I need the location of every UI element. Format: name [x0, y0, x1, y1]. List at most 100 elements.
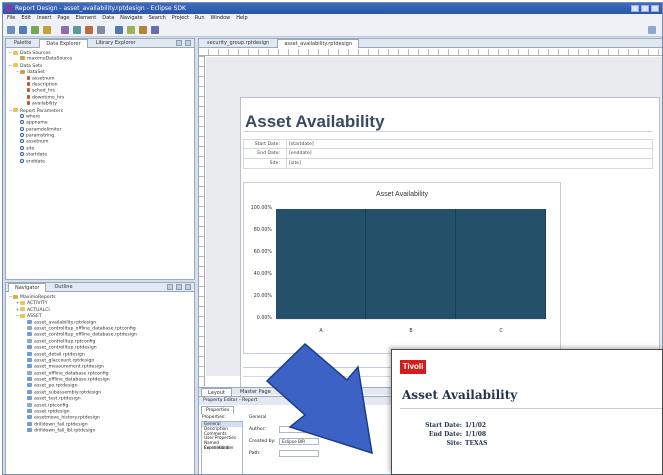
report-icon	[27, 383, 32, 388]
forward-icon[interactable]	[115, 26, 123, 34]
tab-security-group-rptdesign[interactable]: security_group.rptdesign	[201, 39, 275, 48]
print-icon[interactable]	[31, 26, 39, 34]
refresh-icon[interactable]	[127, 26, 135, 34]
gridline	[276, 319, 546, 320]
menu-file[interactable]: File	[7, 14, 15, 23]
preview-parameter-label: End Date:	[428, 431, 462, 438]
general-header: General	[249, 415, 267, 420]
open-type-icon[interactable]	[139, 26, 147, 34]
tree-item[interactable]: drilldown_fail_lbl.rptdesign	[8, 428, 192, 434]
report-icon	[27, 415, 32, 420]
search-icon[interactable]	[85, 26, 93, 34]
tree-item-label: asset_controlltup.rptdesign	[34, 345, 97, 351]
tivoli-logo: Tivoli	[400, 360, 426, 374]
tree-item[interactable]: enddate	[8, 158, 192, 165]
availability-chart[interactable]: Asset Availability 100.00% 80.00% 60.00% 40…	[243, 182, 561, 354]
menu-insert[interactable]: Insert	[37, 14, 51, 23]
table-cell[interactable]: [asset]	[279, 370, 295, 375]
report-icon	[27, 396, 32, 401]
minimize-panel-icon[interactable]	[185, 284, 191, 290]
property-field-input[interactable]	[279, 450, 319, 457]
menu-page[interactable]: Page	[57, 14, 69, 23]
property-category-item[interactable]: Event Handler	[202, 445, 242, 451]
menu-element[interactable]: Element	[76, 14, 97, 23]
tree-item-label: paramstring	[26, 133, 55, 139]
y-tick-label: 0.00%	[256, 316, 272, 321]
tree-item-label: startdate	[26, 152, 48, 158]
maximize-icon[interactable]	[641, 5, 649, 12]
folder-icon	[20, 307, 25, 312]
link-editor-icon[interactable]	[176, 284, 182, 290]
debug-icon[interactable]	[43, 26, 51, 34]
tree-item-label: enddate	[26, 159, 46, 165]
navigator-tree: − MaximoReports + ACTIVITY + ACTUALCI − ASSET as…	[8, 294, 192, 472]
parameter-row[interactable]: End Date: [enddate]	[243, 149, 653, 159]
preview-report-title: Asset Availability	[402, 388, 518, 402]
tree-item-label: asset_controlltup_offline_database.rptco…	[34, 326, 136, 332]
tree-item-label: availability	[32, 101, 57, 107]
minimize-icon[interactable]	[631, 5, 639, 12]
y-tick-label: 100.00%	[250, 206, 272, 211]
save-icon[interactable]	[19, 26, 27, 34]
y-tick-label: 20.00%	[253, 294, 272, 299]
menu-edit[interactable]: Edit	[21, 14, 31, 23]
menu-project[interactable]: Project	[172, 14, 189, 23]
tab-palette[interactable]: Palette	[8, 39, 37, 48]
col-icon	[27, 81, 30, 86]
parameter-row[interactable]: Site: [site]	[243, 159, 653, 169]
report-icon	[27, 428, 32, 433]
parameter-grid[interactable]: Start Date: [startdate] End Date: [enddate]…	[243, 139, 653, 169]
title-bar: Report Design - asset_availability.rptde…	[3, 3, 662, 14]
external-tools-icon[interactable]	[73, 26, 81, 34]
preview-parameter-value: 1/1/08	[465, 431, 487, 438]
folder-icon	[13, 108, 18, 113]
close-icon[interactable]	[651, 5, 659, 12]
tree-item-label: asset_availability.rptdesign	[34, 320, 97, 326]
run-icon[interactable]	[61, 26, 69, 34]
parameter-value[interactable]: [enddate]	[289, 149, 312, 158]
perspective-icon[interactable]	[151, 26, 159, 34]
back-icon[interactable]	[97, 26, 105, 34]
parameter-label: Start Date:	[254, 142, 280, 147]
report-title-label[interactable]: Asset Availability	[245, 112, 385, 132]
tree-item-label: asset.rptdesign	[34, 409, 70, 415]
new-icon[interactable]	[7, 26, 15, 34]
menu-run[interactable]: Run	[195, 14, 205, 23]
cell-divider	[286, 140, 287, 149]
report-icon	[27, 357, 32, 362]
property-field-input[interactable]	[279, 426, 319, 433]
minimize-panel-icon[interactable]	[176, 40, 182, 46]
parameter-value[interactable]: [startdate]	[289, 140, 314, 149]
tab-navigator[interactable]: Navigator	[8, 283, 47, 292]
collapse-all-icon[interactable]	[167, 284, 173, 290]
properties-tab[interactable]: Properties	[201, 406, 235, 414]
menu-data[interactable]: Data	[102, 14, 114, 23]
vertical-ruler	[199, 56, 205, 386]
column-header[interactable]: Asset	[288, 361, 301, 366]
tab-asset-availability-rptdesign[interactable]: asset_availability.rptdesign	[277, 39, 360, 48]
tree-item-label: assetnum	[32, 76, 55, 82]
report-icon	[27, 319, 32, 324]
menu-window[interactable]: Window	[211, 14, 231, 23]
menu-search[interactable]: Search	[149, 14, 166, 23]
preview-parameter-label: Start Date:	[425, 422, 462, 429]
tab-outline[interactable]: Outline	[48, 283, 78, 292]
window-title: Report Design - asset_availability.rptde…	[15, 5, 186, 12]
tree-item-label: Report Parameters	[20, 108, 63, 114]
property-category-list[interactable]: General Description Comments User Propertie…	[201, 421, 243, 474]
menu-navigate[interactable]: Navigate	[120, 14, 142, 23]
report-design-perspective-icon[interactable]	[648, 26, 656, 34]
chart-bar[interactable]	[276, 209, 366, 319]
tab-data-explorer[interactable]: Data Explorer	[39, 39, 88, 48]
chart-bar[interactable]	[366, 209, 456, 319]
col-icon	[27, 94, 30, 99]
param-icon	[20, 152, 24, 157]
maximize-panel-icon[interactable]	[185, 40, 191, 46]
report-icon	[27, 377, 32, 382]
property-field-input[interactable]: Eclipse BIR	[279, 438, 319, 445]
tab-library-explorer[interactable]: Library Explorer	[90, 39, 142, 48]
chart-bar[interactable]	[456, 209, 546, 319]
parameter-value[interactable]: [site]	[289, 159, 301, 168]
parameter-row[interactable]: Start Date: [startdate]	[243, 139, 653, 149]
menu-help[interactable]: Help	[236, 14, 247, 23]
